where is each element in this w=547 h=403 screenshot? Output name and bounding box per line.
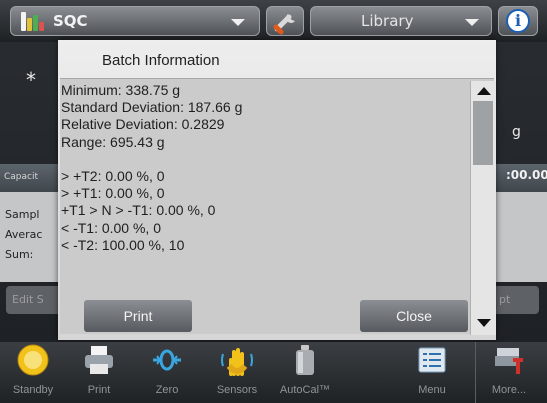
batch-statistics-text: Minimum: 338.75 g Standard Deviation: 18… — [60, 79, 470, 335]
standby-button[interactable]: Standby — [0, 342, 66, 403]
text-line: < -T1: 0.00 %, 0 — [61, 219, 161, 236]
capacity-value: :00.00 — [506, 168, 547, 182]
more-label: More... — [491, 384, 527, 396]
stability-indicator: * — [26, 68, 36, 92]
info-button[interactable]: i — [498, 6, 538, 36]
tools-button[interactable] — [266, 6, 304, 36]
text-line: +T1 > N > -T1: 0.00 %, 0 — [61, 202, 216, 219]
text-line: Range: 695.43 g — [61, 133, 165, 150]
menu-list-icon — [418, 347, 446, 373]
menu-button[interactable]: Menu — [399, 342, 465, 403]
sensors-button[interactable]: Sensors — [204, 342, 270, 403]
weight-unit: g — [512, 124, 521, 140]
application-name: SQC — [53, 12, 88, 30]
dialog-body: Minimum: 338.75 g Standard Deviation: 18… — [60, 78, 496, 335]
zero-icon — [153, 349, 181, 371]
balance-screen: SQC Library i * g Capacit :00.00 Sampl A… — [0, 0, 547, 403]
chevron-down-icon — [465, 19, 479, 26]
close-button[interactable]: Close — [360, 300, 468, 332]
text-line: > +T1: 0.00 %, 0 — [61, 185, 165, 202]
chevron-down-icon — [231, 19, 245, 26]
text-line — [61, 151, 470, 168]
print-tool-label: Print — [87, 384, 111, 396]
printer-icon — [85, 346, 113, 374]
autocal-label: AutoCal™ — [279, 384, 331, 396]
text-line: > +T2: 0.00 %, 0 — [61, 167, 165, 184]
standby-label: Standby — [12, 384, 54, 396]
text-line: Minimum: 338.75 g — [61, 82, 181, 98]
capacity-label: Capacit — [4, 172, 39, 182]
text-line: < -T2: 100.00 %, 10 — [61, 236, 185, 253]
scroll-down-icon[interactable] — [477, 319, 491, 327]
print-button[interactable]: Print — [84, 300, 192, 332]
scroll-up-icon[interactable] — [477, 87, 491, 95]
sample-row-label: Sampl — [5, 208, 40, 221]
library-label: Library — [361, 12, 414, 30]
standby-icon — [17, 344, 49, 376]
average-row-label: Averac — [5, 228, 43, 241]
application-selector[interactable]: SQC — [10, 6, 260, 36]
autocal-button[interactable]: AutoCal™ — [272, 342, 338, 403]
zero-label: Zero — [155, 384, 179, 396]
more-icon — [495, 348, 523, 374]
calibration-weight-icon — [296, 345, 314, 375]
menu-label: Menu — [418, 384, 446, 396]
info-icon: i — [506, 9, 530, 33]
sensors-label: Sensors — [216, 384, 258, 396]
library-selector[interactable]: Library — [310, 6, 492, 36]
wrench-icon — [273, 14, 295, 35]
hand-sensor-icon — [221, 348, 253, 376]
dialog-title: Batch Information — [102, 52, 220, 69]
scroll-thumb[interactable] — [473, 101, 493, 165]
print-tool-button[interactable]: Print — [66, 342, 132, 403]
bottom-toolbar: Standby Print Zero Sensors AutoCal™ Menu… — [0, 342, 547, 403]
bar-chart-icon — [21, 12, 44, 31]
batch-information-dialog: Batch Information Minimum: 338.75 g Stan… — [58, 40, 496, 340]
text-line: Relative Deviation: 0.2829 — [61, 116, 225, 133]
text-line: Standard Deviation: 187.66 g — [61, 99, 243, 116]
top-bar: SQC Library i — [0, 0, 547, 42]
zero-button[interactable]: Zero — [134, 342, 200, 403]
vertical-scrollbar[interactable] — [470, 81, 496, 335]
sum-row-label: Sum: — [5, 248, 34, 261]
more-button[interactable]: More... — [475, 342, 541, 403]
